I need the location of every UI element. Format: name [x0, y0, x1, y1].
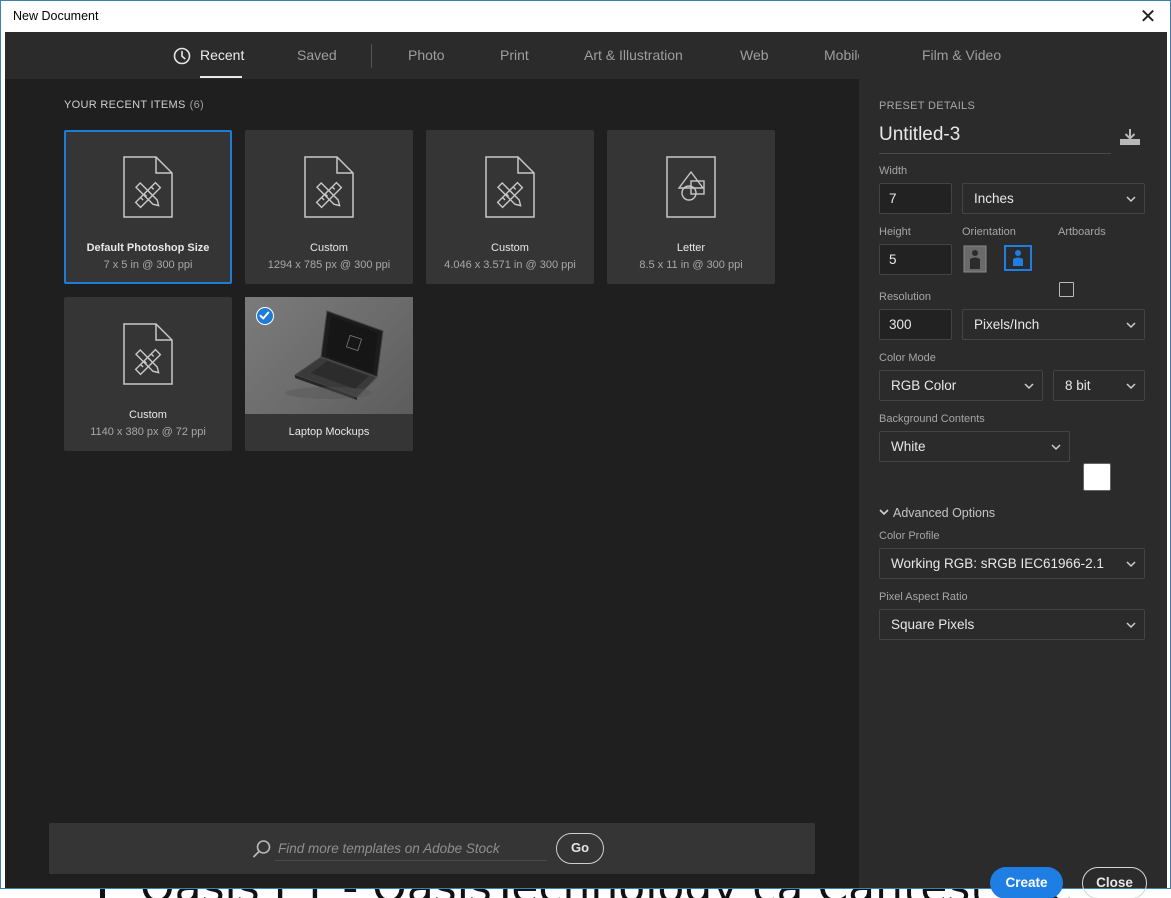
tab-web[interactable]: Web	[740, 47, 769, 63]
new-document-window: New Document ✕ Recent Saved Photo Print …	[0, 0, 1171, 898]
background-contents-select[interactable]: White	[879, 431, 1070, 462]
artboards-label: Artboards	[1058, 226, 1106, 238]
chevron-down-icon	[879, 509, 889, 515]
active-tab-indicator	[200, 76, 242, 78]
category-tab-bar: Recent Saved Photo Print Art & Illustrat…	[5, 32, 865, 79]
recent-item-detail: 1140 x 380 px @ 72 ppi	[90, 426, 206, 438]
chevron-down-icon	[1126, 322, 1136, 329]
advanced-options-label: Advanced Options	[893, 506, 996, 520]
tab-film-video[interactable]: Film & Video	[922, 47, 1001, 63]
width-unit-select[interactable]: Inches	[962, 183, 1145, 214]
chevron-down-icon	[1126, 622, 1136, 629]
stock-search-bar: Go	[49, 823, 815, 874]
width-field[interactable]: 7	[879, 183, 952, 214]
color-mode-value: RGB Color	[891, 378, 957, 393]
color-profile-value: Working RGB: sRGB IEC61966-2.1	[891, 556, 1104, 571]
tab-photo[interactable]: Photo	[408, 47, 445, 63]
chevron-down-icon	[1051, 444, 1061, 451]
width-unit-value: Inches	[974, 191, 1014, 206]
tab-saved[interactable]: Saved	[297, 47, 337, 63]
recent-items-heading: YOUR RECENT ITEMS (6)	[64, 99, 204, 111]
go-button[interactable]: Go	[556, 833, 604, 864]
category-tab-bar-extension: Film & Video	[859, 32, 1167, 79]
preset-details-panel: PRESET DETAILS Untitled-3 Width 7 Inches…	[859, 79, 1167, 898]
bit-depth-value: 8 bit	[1065, 378, 1091, 393]
resolution-label: Resolution	[879, 291, 931, 303]
recent-item-name: Custom	[310, 242, 348, 254]
document-ruler-pencil-icon	[485, 156, 535, 218]
background-contents-label: Background Contents	[879, 413, 985, 425]
background-contents-value: White	[891, 439, 926, 454]
recent-items-title: YOUR RECENT ITEMS	[64, 99, 186, 111]
create-button[interactable]: Create	[990, 867, 1063, 898]
recent-item-name: Custom	[129, 409, 167, 421]
color-mode-label: Color Mode	[879, 352, 936, 364]
close-button[interactable]: Close	[1082, 867, 1147, 898]
document-shapes-icon	[666, 156, 716, 218]
color-mode-select[interactable]: RGB Color	[879, 370, 1043, 401]
window-titlebar: New Document ✕	[1, 1, 1170, 32]
chevron-down-icon	[1126, 196, 1136, 203]
window-title: New Document	[13, 9, 99, 23]
advanced-options-toggle[interactable]: Advanced Options	[879, 506, 995, 520]
recent-item-card[interactable]: Custom 1140 x 380 px @ 72 ppi	[64, 297, 232, 451]
landscape-orientation-icon[interactable]	[1004, 245, 1032, 271]
artboards-checkbox[interactable]	[1059, 282, 1074, 297]
preset-details-heading: PRESET DETAILS	[879, 100, 976, 112]
orientation-label: Orientation	[962, 226, 1016, 238]
color-profile-label: Color Profile	[879, 530, 940, 542]
search-icon	[253, 840, 271, 858]
tab-art-illustration[interactable]: Art & Illustration	[584, 47, 683, 63]
recent-item-detail: 8.5 x 11 in @ 300 ppi	[639, 259, 743, 271]
recent-item-card[interactable]: Default Photoshop Size 7 x 5 in @ 300 pp…	[64, 130, 232, 284]
recent-item-detail: 7 x 5 in @ 300 ppi	[103, 259, 193, 271]
checkmark-icon	[256, 307, 274, 325]
recent-item-name: Default Photoshop Size	[86, 242, 210, 254]
recent-item-detail: 4.046 x 3.571 in @ 300 ppi	[444, 259, 576, 271]
preset-name-field[interactable]: Untitled-3	[879, 124, 1111, 154]
document-ruler-pencil-icon	[123, 156, 173, 218]
document-ruler-pencil-icon	[304, 156, 354, 218]
window-close-icon[interactable]: ✕	[1136, 4, 1160, 28]
tab-recent[interactable]: Recent	[200, 47, 244, 63]
width-label: Width	[879, 165, 908, 177]
stock-search-input[interactable]	[275, 837, 547, 861]
save-preset-icon[interactable]	[1119, 126, 1141, 148]
recent-item-card-laptop-mockups[interactable]: Laptop Mockups	[245, 297, 413, 451]
recent-item-card[interactable]: Custom 1294 x 785 px @ 300 ppi	[245, 130, 413, 284]
background-color-swatch[interactable]	[1083, 463, 1111, 491]
color-profile-select[interactable]: Working RGB: sRGB IEC61966-2.1	[879, 548, 1145, 579]
recent-item-card[interactable]: Letter 8.5 x 11 in @ 300 ppi	[607, 130, 775, 284]
recent-item-name: Custom	[491, 242, 529, 254]
recent-item-card[interactable]: Custom 4.046 x 3.571 in @ 300 ppi	[426, 130, 594, 284]
height-label: Height	[879, 226, 911, 238]
recent-item-name: Laptop Mockups	[288, 426, 370, 438]
recent-items-count: (6)	[189, 99, 204, 111]
tab-print[interactable]: Print	[500, 47, 529, 63]
resolution-unit-value: Pixels/Inch	[974, 317, 1040, 332]
document-ruler-pencil-icon	[123, 323, 173, 385]
pixel-aspect-ratio-value: Square Pixels	[891, 617, 975, 632]
chevron-down-icon	[1126, 383, 1136, 390]
recent-item-detail: 1294 x 785 px @ 300 ppi	[267, 259, 391, 271]
recent-item-name: Letter	[676, 242, 706, 254]
chevron-down-icon	[1024, 383, 1034, 390]
bit-depth-select[interactable]: 8 bit	[1053, 370, 1145, 401]
resolution-unit-select[interactable]: Pixels/Inch	[962, 309, 1145, 340]
portrait-orientation-icon[interactable]	[963, 245, 987, 273]
tab-divider	[371, 44, 372, 68]
clock-icon	[173, 47, 191, 65]
resolution-field[interactable]: 300	[879, 309, 952, 340]
height-field[interactable]: 5	[879, 244, 952, 275]
pixel-aspect-ratio-label: Pixel Aspect Ratio	[879, 591, 968, 603]
new-document-dialog: Recent Saved Photo Print Art & Illustrat…	[5, 32, 1167, 898]
pixel-aspect-ratio-select[interactable]: Square Pixels	[879, 609, 1145, 640]
chevron-down-icon	[1126, 561, 1136, 568]
